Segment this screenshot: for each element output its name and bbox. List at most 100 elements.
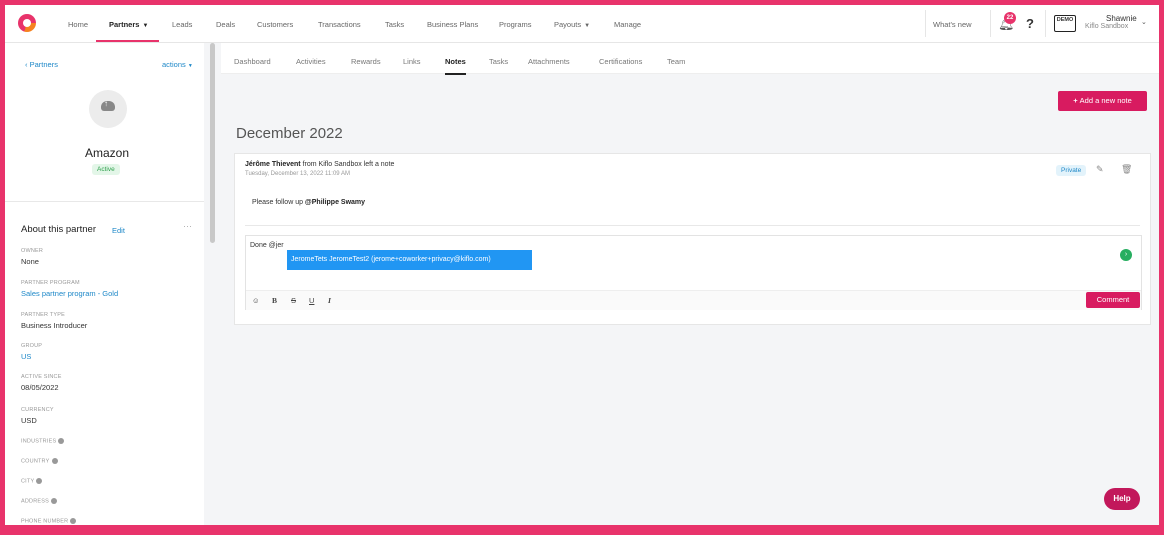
tab-attachments[interactable]: Attachments <box>528 57 570 66</box>
user-organization[interactable]: Kiflo Sandbox <box>1085 23 1128 30</box>
help-button[interactable]: Help <box>1104 488 1140 510</box>
company-name: Amazon <box>84 146 130 160</box>
actions-dropdown[interactable]: actions ▼ <box>162 60 193 69</box>
info-icon[interactable] <box>58 438 65 444</box>
divider <box>245 225 1140 226</box>
field-value-group[interactable]: US <box>21 352 31 361</box>
field-value-type: Business Introducer <box>21 321 88 330</box>
tab-rewards[interactable]: Rewards <box>351 57 381 66</box>
country-label: COUNTRY <box>21 458 50 465</box>
cloud-upload-icon <box>101 99 115 111</box>
note-timestamp: Tuesday, December 13, 2022 11:09 AM <box>245 171 350 177</box>
divider <box>925 10 926 37</box>
bold-icon[interactable]: B <box>272 296 277 305</box>
notification-badge: 22 <box>1004 12 1016 24</box>
tab-notes[interactable]: Notes <box>445 57 466 66</box>
note-header-text: from Kiflo Sandbox left a note <box>300 161 395 168</box>
sidebar-scrollbar[interactable] <box>210 43 215 243</box>
nav-partners[interactable]: Partners ▼ <box>109 20 148 29</box>
note-mention[interactable]: @Philippe Swamy <box>305 199 365 206</box>
nav-tasks[interactable]: Tasks <box>385 20 404 29</box>
trash-icon[interactable]: 🗑︎ <box>1121 164 1132 175</box>
privacy-badge: Private <box>1056 165 1087 176</box>
whats-new-link[interactable]: What's new <box>933 20 972 29</box>
back-label: Partners <box>29 60 58 69</box>
edit-partner-link[interactable]: Edit <box>112 226 125 235</box>
user-name[interactable]: Shawnie <box>1106 14 1137 23</box>
tab-links[interactable]: Links <box>403 57 421 66</box>
note-body: Please follow up @Philippe Swamy <box>252 199 365 206</box>
field-label-address: ADDRESS <box>21 498 57 504</box>
actions-label: actions <box>162 60 186 69</box>
field-value-program[interactable]: Sales partner program - Gold <box>21 289 118 298</box>
tab-dashboard[interactable]: Dashboard <box>234 57 271 66</box>
emoji-icon[interactable]: ☺ <box>252 296 260 305</box>
field-label-industries: INDUSTRIES <box>21 438 65 445</box>
note-author[interactable]: Jérôme Thievent <box>245 161 301 168</box>
partner-logo-upload[interactable] <box>89 90 127 128</box>
nav-leads[interactable]: Leads <box>172 20 192 29</box>
nav-manage[interactable]: Manage <box>614 20 641 29</box>
field-label-owner: OWNER <box>21 248 44 254</box>
field-label-type: PARTNER TYPE <box>21 312 65 318</box>
app-frame: Home Partners ▼ Leads Deals Customers Tra… <box>5 5 1159 525</box>
nav-business-plans[interactable]: Business Plans <box>427 20 478 29</box>
nav-customers[interactable]: Customers <box>257 20 293 29</box>
italic-icon[interactable]: I <box>328 296 331 305</box>
nav-deals[interactable]: Deals <box>216 20 235 29</box>
mention-suggestion[interactable]: JeromeTets JeromeTest2 (jerome+coworker+… <box>287 250 532 270</box>
field-label-phone: PHONE NUMBER <box>21 518 77 525</box>
chevron-down-icon: ▼ <box>142 23 149 29</box>
field-label-city: CITY <box>21 478 43 485</box>
demo-mode-icon[interactable]: DEMO <box>1054 15 1076 32</box>
edit-icon[interactable]: ✎ <box>1096 164 1104 175</box>
comment-input[interactable]: Done @jer <box>250 242 284 249</box>
chevron-down-icon: ▼ <box>187 63 193 69</box>
formatting-toolbar: ☺ B S U I Comment <box>246 290 1141 310</box>
comment-editor[interactable]: Done @jer JeromeTets JeromeTest2 (jerome… <box>245 235 1142 310</box>
nav-programs[interactable]: Programs <box>499 20 532 29</box>
back-to-partners-link[interactable]: ‹ Partners <box>25 60 58 69</box>
active-tab-indicator <box>445 73 466 75</box>
industries-label: INDUSTRIES <box>21 438 57 445</box>
field-label-currency: CURRENCY <box>21 407 54 413</box>
more-options-icon[interactable]: ··· <box>183 221 192 231</box>
about-title: About this partner <box>21 224 96 235</box>
top-navigation: Home Partners ▼ Leads Deals Customers Tra… <box>5 5 1159 43</box>
month-heading: December 2022 <box>236 125 343 142</box>
tab-team[interactable]: Team <box>667 57 685 66</box>
kiflo-logo[interactable] <box>18 14 36 32</box>
note-card: Jérôme Thievent from Kiflo Sandbox left … <box>234 153 1151 325</box>
help-question-icon[interactable]: ? <box>1026 16 1034 31</box>
partner-tabs: Dashboard Activities Rewards Links Notes… <box>221 43 1159 75</box>
nav-partners-label: Partners <box>109 20 140 29</box>
tab-certifications[interactable]: Certifications <box>599 57 642 66</box>
tab-activities[interactable]: Activities <box>296 57 326 66</box>
field-label-group: GROUP <box>21 343 43 349</box>
nav-payouts[interactable]: Payouts ▼ <box>554 20 590 29</box>
nav-home[interactable]: Home <box>68 20 88 29</box>
info-icon[interactable] <box>51 498 57 504</box>
add-note-button[interactable]: + Add a new note <box>1058 91 1147 111</box>
main-content: Dashboard Activities Rewards Links Notes… <box>221 43 1159 525</box>
info-icon[interactable] <box>51 458 58 464</box>
nav-payouts-label: Payouts <box>554 20 582 29</box>
chevron-down-icon: ▼ <box>584 23 591 29</box>
info-icon[interactable] <box>36 478 43 484</box>
arrow-right-icon[interactable]: › <box>1120 249 1132 261</box>
address-label: ADDRESS <box>21 498 49 505</box>
city-label: CITY <box>21 478 35 485</box>
tab-tasks[interactable]: Tasks <box>489 57 508 66</box>
chevron-down-icon[interactable]: ⌄ <box>1141 18 1147 26</box>
field-label-country: COUNTRY <box>21 458 58 464</box>
strikethrough-icon[interactable]: S <box>291 296 296 305</box>
divider <box>1045 10 1046 37</box>
phone-label: PHONE NUMBER <box>21 518 69 525</box>
status-badge: Active <box>92 164 120 175</box>
info-icon[interactable] <box>70 518 77 524</box>
comment-button[interactable]: Comment <box>1086 292 1140 308</box>
active-nav-indicator <box>96 40 159 42</box>
nav-transactions[interactable]: Transactions <box>318 20 361 29</box>
underline-icon[interactable]: U <box>309 296 314 305</box>
field-value-owner: None <box>21 257 39 266</box>
